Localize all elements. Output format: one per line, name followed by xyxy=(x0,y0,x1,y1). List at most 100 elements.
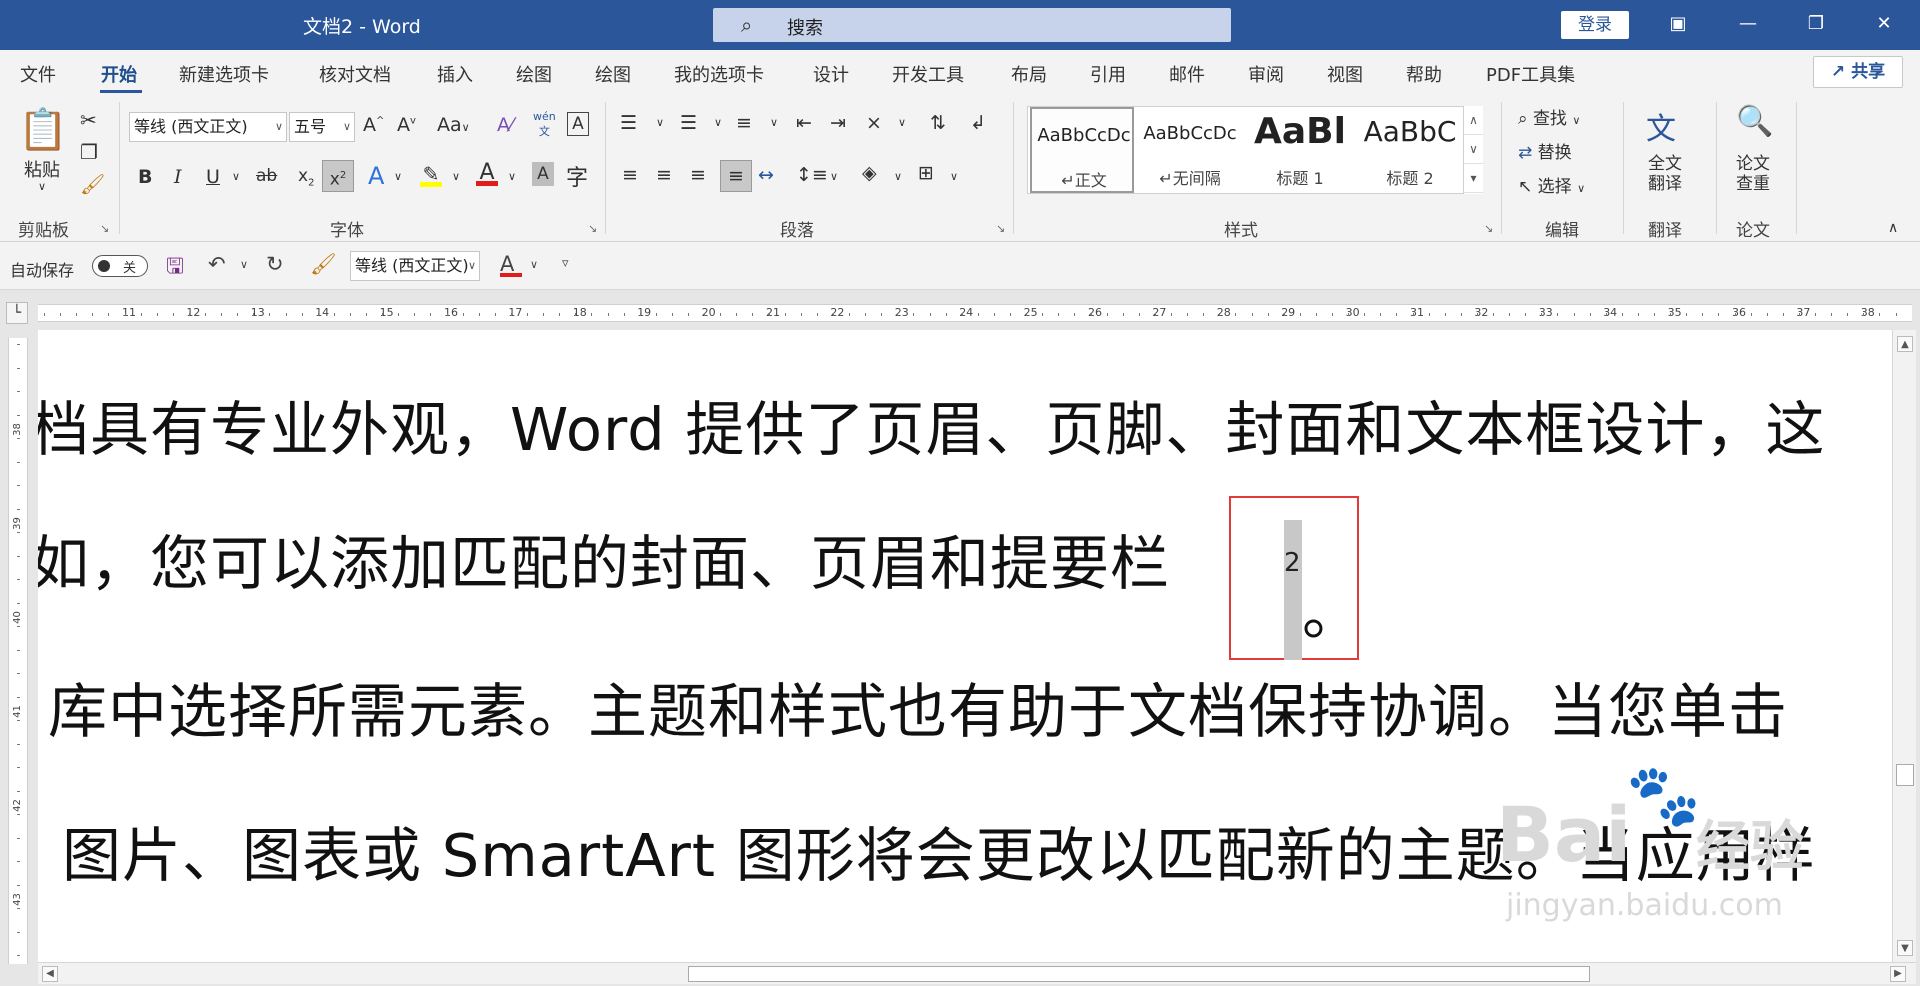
vertical-ruler[interactable]: 38 39 40 41 42 43 xyxy=(8,338,28,964)
line-spacing-icon[interactable]: ↕≡ xyxy=(796,164,828,186)
shrink-font-icon[interactable]: Av xyxy=(397,114,416,136)
chevron-down-icon[interactable]: ∨ xyxy=(530,258,538,271)
font-color-icon[interactable]: A xyxy=(500,252,522,277)
italic-icon[interactable]: I xyxy=(174,166,182,188)
paste-button-label[interactable]: 粘贴 xyxy=(24,156,60,182)
chevron-down-icon[interactable]: ∨ xyxy=(830,170,838,183)
tab-developer[interactable]: 开发工具 xyxy=(892,61,964,87)
tab-view[interactable]: 视图 xyxy=(1327,61,1363,87)
clear-format-icon[interactable]: A⁄ xyxy=(497,114,513,136)
vertical-scrollbar[interactable]: ▲ ▼ xyxy=(1892,330,1916,962)
tab-file[interactable]: 文件 xyxy=(20,61,56,87)
ruler-strip[interactable]: 11 12 13 14 15 16 17 18 19 20 21 22 23 24 25 26 27 28 29 30… xyxy=(38,304,1912,322)
tab-my-tab[interactable]: 我的选项卡 xyxy=(674,61,764,87)
style-normal[interactable]: AaBbCcDc ↵正文 xyxy=(1030,107,1134,193)
full-text-translate-button[interactable]: 全文 翻译 xyxy=(1648,154,1682,194)
subscript-icon[interactable]: x2 xyxy=(298,166,314,188)
text-line-2[interactable]: 如，您可以添加匹配的封面、页眉和提要栏 xyxy=(38,516,1170,601)
horizontal-scrollbar[interactable]: ◀ ▶ xyxy=(38,962,1916,984)
scroll-right-icon[interactable]: ▶ xyxy=(1890,966,1906,982)
distributed-icon[interactable]: ↔ xyxy=(758,164,774,186)
char-border-icon[interactable]: A xyxy=(567,112,589,136)
font-color-icon[interactable]: A xyxy=(476,160,498,186)
tab-layout[interactable]: 布局 xyxy=(1011,61,1047,87)
chevron-down-icon[interactable]: ∨ xyxy=(656,116,664,129)
hscroll-thumb[interactable] xyxy=(688,966,1590,982)
tab-home[interactable]: 开始 xyxy=(101,61,137,87)
autosave-toggle[interactable]: 关 xyxy=(92,255,148,277)
strikethrough-icon[interactable]: ab xyxy=(256,166,277,186)
chevron-down-icon[interactable]: ∨ xyxy=(714,116,722,129)
bold-icon[interactable]: B xyxy=(138,166,152,188)
sort-icon[interactable]: ⇅ xyxy=(930,112,946,134)
share-button[interactable]: ↗ 共享 xyxy=(1813,56,1903,88)
tab-review[interactable]: 审阅 xyxy=(1248,61,1284,87)
paste-icon[interactable]: 📋 xyxy=(18,106,68,153)
find-button[interactable]: ⌕ 查找 ∨ xyxy=(1518,104,1580,129)
tab-design[interactable]: 设计 xyxy=(813,61,849,87)
copy-icon[interactable]: ❐ xyxy=(80,140,98,164)
font-launcher-icon[interactable]: ↘ xyxy=(588,222,597,235)
gallery-down-icon[interactable]: ∨ xyxy=(1464,135,1483,164)
chevron-down-icon[interactable]: ∨ xyxy=(452,170,460,183)
style-heading-1[interactable]: AaBl 标题 1 xyxy=(1248,107,1352,193)
ribbon-display-options-icon[interactable]: ▣ xyxy=(1658,8,1698,40)
tab-draw-1[interactable]: 绘图 xyxy=(516,61,552,87)
decrease-indent-icon[interactable]: ⇤ xyxy=(796,112,812,134)
tab-pdf-tools[interactable]: PDF工具集 xyxy=(1486,61,1575,87)
gallery-more-icon[interactable]: ▾ xyxy=(1464,164,1483,193)
superscript-text[interactable]: 2 xyxy=(1284,548,1301,578)
bullets-icon[interactable]: ☰ xyxy=(620,112,637,134)
chevron-down-icon[interactable]: ∨ xyxy=(394,170,402,183)
styles-gallery-scroll[interactable]: ∧ ∨ ▾ xyxy=(1463,106,1483,194)
font-name-combo[interactable]: 等线 (西文正文) ∨ xyxy=(129,112,287,142)
align-center-icon[interactable]: ≡ xyxy=(656,164,672,186)
save-icon[interactable]: 🖫 xyxy=(166,252,184,287)
text-line-1[interactable]: 档具有专业外观，Word 提供了页眉、页脚、封面和文本框设计，这 xyxy=(38,382,1825,467)
show-marks-icon[interactable]: ↲ xyxy=(970,112,986,134)
clipboard-launcher-icon[interactable]: ↘ xyxy=(100,222,109,235)
redo-icon[interactable]: ↻ xyxy=(266,252,284,276)
grow-font-icon[interactable]: A^ xyxy=(363,114,384,136)
login-button[interactable]: 登录 xyxy=(1561,11,1629,39)
restore-icon[interactable]: ❐ xyxy=(1796,8,1836,40)
asian-layout-icon[interactable]: ⨯ xyxy=(866,112,882,134)
chevron-down-icon[interactable]: ∨ xyxy=(894,170,902,183)
gallery-up-icon[interactable]: ∧ xyxy=(1464,106,1483,135)
chevron-down-icon[interactable]: ∨ xyxy=(232,170,240,183)
collapse-ribbon-icon[interactable]: ∧ xyxy=(1888,220,1898,236)
chevron-down-icon[interactable]: ∨ xyxy=(240,258,248,271)
chevron-down-icon[interactable]: ∨ xyxy=(950,170,958,183)
tab-draw-2[interactable]: 绘图 xyxy=(595,61,631,87)
qat-font-combo[interactable]: 等线 (西文正文) ∨ xyxy=(350,251,480,281)
paper-check-icon[interactable]: 🔍 xyxy=(1736,104,1773,139)
highlight-icon[interactable]: ✎ xyxy=(420,162,442,187)
tab-new-tab[interactable]: 新建选项卡 xyxy=(179,61,269,87)
scroll-down-icon[interactable]: ▼ xyxy=(1897,940,1913,956)
superscript-icon[interactable]: x2 xyxy=(322,160,354,192)
chevron-down-icon[interactable]: ∨ xyxy=(770,116,778,129)
char-shading-icon[interactable]: A xyxy=(532,162,554,186)
period-char[interactable]: 。 xyxy=(1302,566,1361,651)
tab-check-doc[interactable]: 核对文档 xyxy=(319,61,391,87)
minimize-icon[interactable]: — xyxy=(1728,8,1768,40)
search-box[interactable]: ⌕ 搜索 xyxy=(713,8,1231,42)
increase-indent-icon[interactable]: ⇥ xyxy=(830,112,846,134)
change-case-button[interactable]: Aa∨ xyxy=(437,114,470,136)
shading-icon[interactable]: ◈ xyxy=(862,162,877,184)
text-line-3[interactable]: 库中选择所需元素。主题和样式也有助于文档保持协调。当您单击 xyxy=(48,664,1788,749)
scroll-up-icon[interactable]: ▲ xyxy=(1897,336,1913,352)
align-left-icon[interactable]: ≡ xyxy=(622,164,638,186)
select-button[interactable]: ↖ 选择 ∨ xyxy=(1518,172,1585,197)
undo-icon[interactable]: ↶ xyxy=(208,252,226,276)
text-effects-icon[interactable]: A xyxy=(368,162,384,190)
chevron-down-icon[interactable]: ∨ xyxy=(508,170,516,183)
customize-qat-icon[interactable]: ▿ xyxy=(562,256,569,271)
scroll-left-icon[interactable]: ◀ xyxy=(42,966,58,982)
paste-dropdown-icon[interactable]: ∨ xyxy=(38,180,46,193)
paper-check-button[interactable]: 论文 查重 xyxy=(1736,154,1770,194)
enclose-char-icon[interactable]: 字 xyxy=(566,160,588,192)
document-page[interactable]: 档具有专业外观，Word 提供了页眉、页脚、封面和文本框设计，这 如，您可以添加… xyxy=(38,330,1892,962)
format-painter-icon[interactable]: 🖌 xyxy=(80,172,105,196)
style-heading-2[interactable]: AaBbC 标题 2 xyxy=(1358,107,1462,193)
